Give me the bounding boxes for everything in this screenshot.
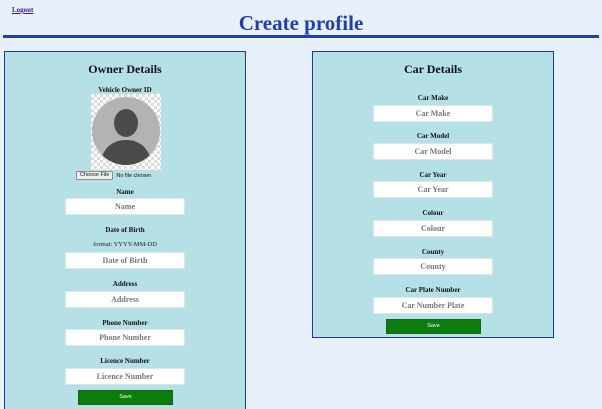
- address-label: Address: [112, 280, 138, 288]
- address-input[interactable]: [65, 291, 185, 308]
- car-model-input[interactable]: [373, 143, 493, 160]
- county-label: County: [421, 248, 445, 256]
- colour-input[interactable]: [373, 220, 493, 237]
- owner-photo-file-row: Choose File No file chosen: [76, 171, 151, 180]
- page-title: Create profile: [238, 11, 364, 35]
- licence-number-input[interactable]: [65, 368, 185, 385]
- vehicle-owner-id-label: Vehicle Owner ID: [98, 86, 152, 94]
- phone-number-input[interactable]: [65, 329, 185, 346]
- phone-number-label: Phone Number: [102, 319, 148, 327]
- colour-label: Colour: [422, 209, 444, 217]
- car-plate-number-label: Car Plate Number: [405, 286, 461, 294]
- title-divider: [3, 35, 599, 38]
- name-label: Name: [116, 188, 134, 196]
- owner-save-button[interactable]: Save: [78, 390, 173, 405]
- car-plate-number-input[interactable]: [373, 297, 493, 314]
- default-user-avatar-icon: [92, 97, 160, 165]
- car-year-input[interactable]: [373, 181, 493, 198]
- car-make-label: Car Make: [417, 94, 449, 102]
- car-details-panel: Car Details Car Make Car Model Car Year …: [312, 51, 554, 338]
- car-make-input[interactable]: [373, 105, 493, 122]
- name-input[interactable]: [65, 198, 185, 215]
- car-save-button[interactable]: Save: [386, 319, 481, 334]
- owner-photo-preview: [91, 94, 161, 170]
- licence-number-label: Licence Number: [100, 357, 150, 365]
- owner-details-title: Owner Details: [88, 62, 162, 76]
- file-status-text: No file chosen: [116, 172, 152, 179]
- date-of-birth-input[interactable]: [65, 252, 185, 269]
- choose-file-button[interactable]: Choose File: [76, 171, 114, 180]
- date-of-birth-label: Date of Birth: [105, 226, 145, 234]
- car-details-title: Car Details: [403, 62, 463, 76]
- county-input[interactable]: [373, 258, 493, 275]
- car-year-label: Car Year: [419, 171, 447, 179]
- date-format-hint: format: YYYY-MM-DD: [93, 241, 157, 248]
- owner-details-panel: Owner Details Vehicle Owner ID Choose Fi…: [4, 51, 246, 409]
- car-model-label: Car Model: [416, 132, 450, 140]
